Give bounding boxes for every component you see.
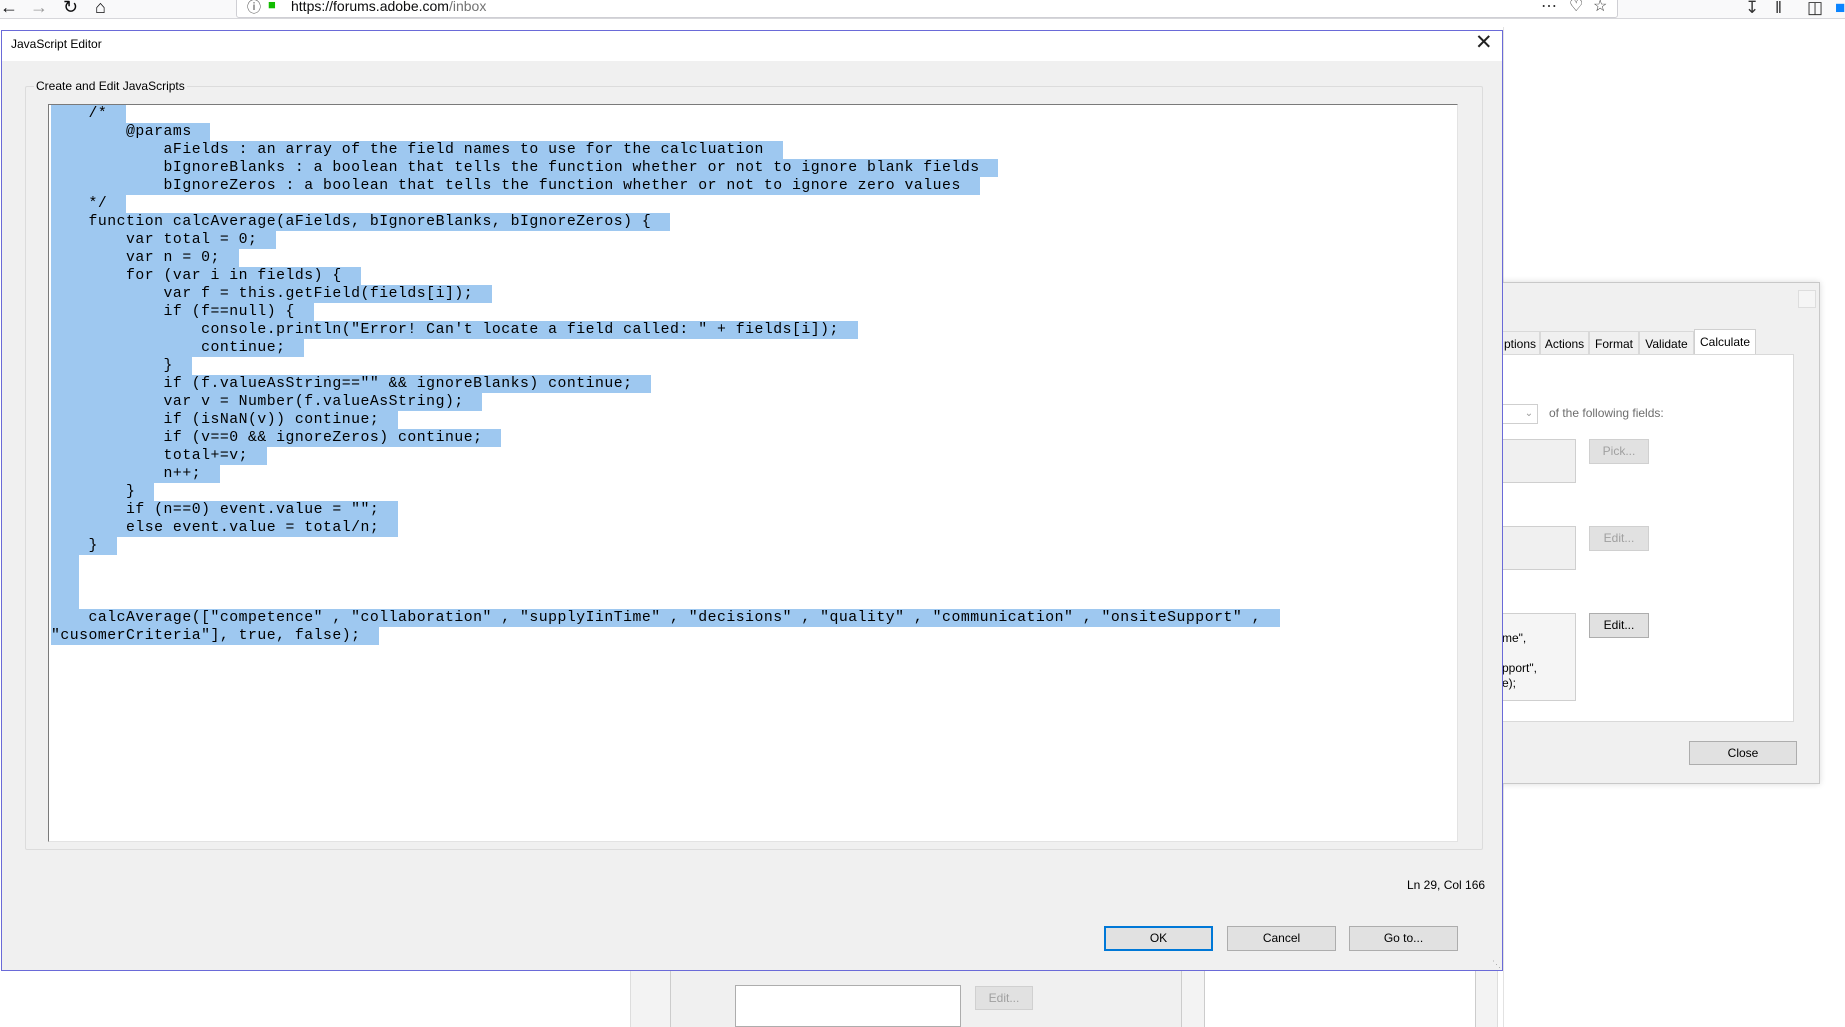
code-line: for (var i in fields) { <box>51 267 361 285</box>
code-line <box>51 555 80 573</box>
code-line: if (n==0) event.value = ""; <box>51 501 399 519</box>
dialog-titlebar <box>2 31 1502 61</box>
code-line: if (f==null) { <box>51 303 314 321</box>
reload-icon[interactable]: ↻ <box>63 0 78 16</box>
close-icon[interactable]: ✕ <box>1475 31 1493 55</box>
background-edit-button[interactable]: Edit... <box>975 986 1033 1010</box>
code-line: else event.value = total/n; <box>51 519 399 537</box>
url-path: /inbox <box>448 0 487 14</box>
ok-button[interactable]: OK <box>1104 926 1213 951</box>
forward-icon[interactable]: → <box>30 0 48 16</box>
browser-toolbar: ← → ↻ ⌂ ⓘ ■ https://forums.adobe.com/inb… <box>0 0 1845 19</box>
bookmark-star-icon[interactable]: ☆ <box>1593 0 1607 16</box>
tab-calculate[interactable]: Calculate <box>1694 329 1756 355</box>
code-line: var f = this.getField(fields[i]); <box>51 285 492 303</box>
url-bar[interactable]: ⓘ ■ https://forums.adobe.com/inbox ⋯ ♡ ☆ <box>236 0 1618 18</box>
code-line: */ <box>51 195 127 213</box>
close-button[interactable]: Close <box>1689 741 1797 765</box>
sidebar-icon[interactable]: ◫ <box>1807 0 1823 18</box>
code-line: /* <box>51 105 127 123</box>
tab-actions[interactable]: Actions <box>1540 331 1589 355</box>
code-line: bIgnoreBlanks : a boolean that tells the… <box>51 159 999 177</box>
tab-options[interactable]: ptions <box>1500 331 1540 355</box>
following-fields-label: of the following fields: <box>1549 406 1664 420</box>
code-line: } <box>51 483 155 501</box>
code-line: bIgnoreZeros : a boolean that tells the … <box>51 177 980 195</box>
field-properties-close-icon[interactable] <box>1798 290 1816 308</box>
library-icon[interactable]: ‖ <box>1775 0 1782 18</box>
code-line: n++; <box>51 465 220 483</box>
edit-script-button[interactable]: Edit... <box>1589 613 1649 638</box>
goto-button[interactable]: Go to... <box>1349 926 1458 951</box>
extension-icon[interactable]: ■ <box>1835 0 1845 18</box>
code-line: total+=v; <box>51 447 267 465</box>
code-line <box>51 591 80 609</box>
resize-grip-icon[interactable]: ⋱ <box>1492 959 1501 970</box>
back-icon[interactable]: ← <box>0 0 18 16</box>
code-line: console.println("Error! Can't locate a f… <box>51 321 858 339</box>
cursor-position-status: Ln 29, Col 166 <box>1407 878 1486 892</box>
url-text: https://forums.adobe.com/inbox <box>291 0 486 14</box>
code-line: var total = 0; <box>51 231 277 249</box>
code-line <box>51 573 80 591</box>
fields-list-box[interactable] <box>1500 439 1576 483</box>
lock-icon: ■ <box>268 0 276 12</box>
code-line: continue; <box>51 339 305 357</box>
chevron-down-icon[interactable]: ⌄ <box>1520 404 1538 424</box>
pick-button[interactable]: Pick... <box>1589 439 1649 464</box>
code-line: if (v==0 && ignoreZeros) continue; <box>51 429 502 447</box>
dialog-title: JavaScript Editor <box>11 37 102 51</box>
groupbox-label: Create and Edit JavaScripts <box>34 79 187 93</box>
background-form-right-panel <box>1204 965 1476 1027</box>
code-editor[interactable]: /* @params aFields : an array of the fie… <box>48 104 1458 842</box>
code-line: @params <box>51 123 211 141</box>
code-line: aFields : an array of the field names to… <box>51 141 783 159</box>
code-line: if (f.valueAsString=="" && ignoreBlanks)… <box>51 375 652 393</box>
code-line: var n = 0; <box>51 249 239 267</box>
cancel-button[interactable]: Cancel <box>1227 926 1336 951</box>
code-line: function calcAverage(aFields, bIgnoreBla… <box>51 213 671 231</box>
background-script-box <box>735 985 961 1027</box>
tab-validate[interactable]: Validate <box>1639 331 1694 355</box>
script-snippet-line: pport", <box>1502 661 1537 675</box>
simplified-notation-box[interactable] <box>1500 526 1576 570</box>
tab-format[interactable]: Format <box>1589 331 1639 355</box>
script-snippet-line: me", <box>1502 631 1527 645</box>
code-line: calcAverage(["competence" , "collaborati… <box>51 609 1280 627</box>
home-icon[interactable]: ⌂ <box>95 0 106 16</box>
pocket-icon[interactable]: ♡ <box>1569 0 1583 16</box>
page-actions-icon[interactable]: ⋯ <box>1541 0 1557 16</box>
code-line: "cusomerCriteria"], true, false); <box>51 627 380 645</box>
script-snippet-line: e); <box>1502 676 1517 690</box>
code-line: } <box>51 357 192 375</box>
code-line: var v = Number(f.valueAsString); <box>51 393 483 411</box>
downloads-icon[interactable]: ↧ <box>1745 0 1759 18</box>
info-icon[interactable]: ⓘ <box>247 0 261 17</box>
url-domain: https://forums.adobe.com <box>291 0 449 14</box>
code-line: if (isNaN(v)) continue; <box>51 411 399 429</box>
code-line: } <box>51 537 117 555</box>
edit-notation-button[interactable]: Edit... <box>1589 526 1649 551</box>
